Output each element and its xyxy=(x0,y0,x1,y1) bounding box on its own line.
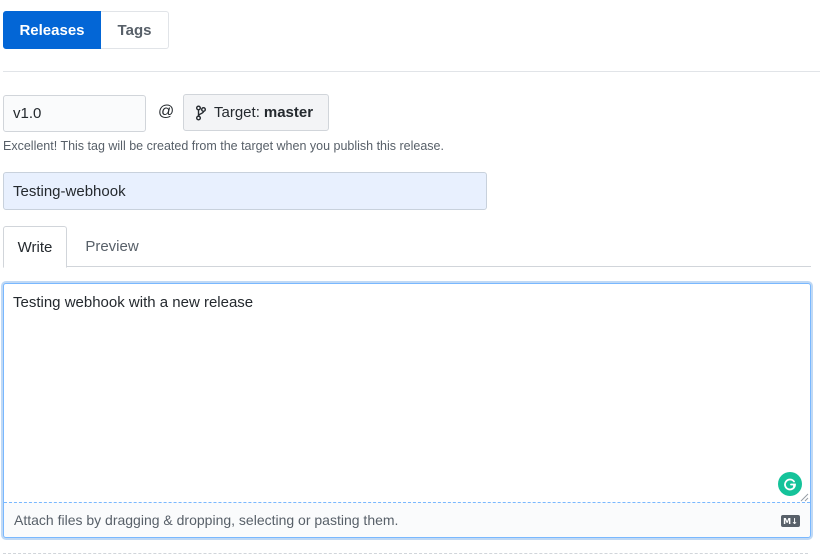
editor-tabs: Write Preview xyxy=(3,226,811,268)
header-divider xyxy=(3,71,820,72)
attach-hint: Attach files by dragging & dropping, sel… xyxy=(14,512,399,528)
release-body-textarea[interactable] xyxy=(4,284,810,502)
tag-note: Excellent! This tag will be created from… xyxy=(3,139,444,153)
releases-tab[interactable]: Releases xyxy=(3,11,101,49)
target-label: Target: xyxy=(214,104,260,121)
at-symbol: @ xyxy=(158,103,175,120)
tags-tab[interactable]: Tags xyxy=(101,11,169,49)
target-branch-name: master xyxy=(263,104,314,121)
releases-subnav: Releases Tags xyxy=(3,11,169,49)
tab-write[interactable]: Write xyxy=(3,226,67,268)
git-branch-icon xyxy=(196,105,210,121)
resize-handle[interactable] xyxy=(799,489,809,502)
bottom-divider xyxy=(3,553,808,554)
markdown-icon[interactable]: M↓ xyxy=(781,515,800,527)
tag-version-input[interactable] xyxy=(3,95,146,132)
target-branch-button[interactable]: Target: master xyxy=(183,94,329,131)
release-body-editor: Attach files by dragging & dropping, sel… xyxy=(3,283,811,538)
file-attach-dropzone[interactable]: Attach files by dragging & dropping, sel… xyxy=(4,502,810,537)
tab-preview[interactable]: Preview xyxy=(67,226,157,267)
release-title-input[interactable] xyxy=(3,172,487,210)
